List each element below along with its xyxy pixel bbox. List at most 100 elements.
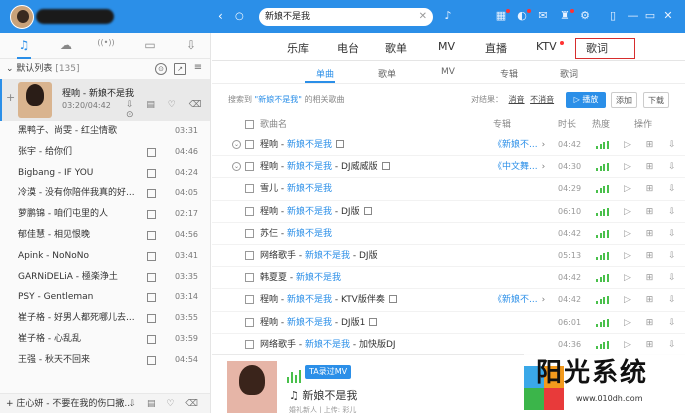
album-link[interactable]: 《新娘不... › bbox=[493, 289, 545, 311]
tab-library[interactable]: 乐库 bbox=[287, 40, 309, 56]
tab-mv[interactable]: MV bbox=[438, 40, 455, 53]
row-checkbox[interactable] bbox=[245, 273, 254, 283]
list-item[interactable]: 崔子格 - 好男人都死哪儿去... 03:55 bbox=[0, 308, 210, 329]
mv-icon[interactable] bbox=[147, 272, 156, 282]
row-checkbox[interactable] bbox=[245, 339, 254, 349]
album-link[interactable]: 《中文舞... › bbox=[493, 156, 545, 178]
mv-icon[interactable] bbox=[147, 334, 156, 344]
mv-icon[interactable] bbox=[147, 230, 156, 240]
table-row[interactable]: 程响 - 新娘不是我 - DJ版1 06:01 ▷ ⊞ ⇩ bbox=[212, 312, 685, 334]
list-item[interactable]: 郁佳慧 - 相见恨晚 04:56 bbox=[0, 225, 210, 246]
row-checkbox[interactable] bbox=[245, 184, 254, 194]
play-all-button[interactable]: ▷ 播放 bbox=[566, 92, 606, 108]
list-item[interactable]: 萝鹏锦 - 咱们屯里的人 02:17 bbox=[0, 204, 210, 225]
tab-songs[interactable]: 单曲 bbox=[316, 67, 334, 80]
table-row[interactable]: 苏仨 - 新娘不是我 04:42 ▷ ⊞ ⇩ bbox=[212, 223, 685, 245]
restore-icon[interactable]: ▭ bbox=[642, 8, 658, 24]
mv-icon[interactable] bbox=[147, 314, 156, 324]
list-item[interactable]: PSY - Gentleman 03:14 bbox=[0, 287, 210, 308]
tab-radio[interactable]: 电台 bbox=[337, 40, 359, 56]
menu-icon[interactable]: ≡ bbox=[192, 63, 204, 75]
tab-albums[interactable]: 专辑 bbox=[500, 67, 518, 80]
table-row[interactable]: 程响 - 新娘不是我 - KTV版伴奏 《新娘不... › 04:42 ▷ ⊞ ⇩ bbox=[212, 289, 685, 312]
mv-icon[interactable] bbox=[147, 189, 156, 199]
table-row[interactable]: 网络歌手 - 新娘不是我 - DJ版 05:13 ▷ ⊞ ⇩ bbox=[212, 245, 685, 268]
playlist-header[interactable]: ⌄ 默认列表 [135] ⊙ ↗ ≡ bbox=[0, 59, 210, 79]
user-avatar[interactable] bbox=[10, 5, 34, 29]
row-operations[interactable]: ▷ ⊞ ⇩ bbox=[624, 156, 682, 178]
search-input[interactable]: 新娘不是我 ✕ bbox=[259, 8, 433, 26]
message-icon[interactable]: ✉ bbox=[535, 8, 551, 24]
search-clear-icon[interactable]: ✕ bbox=[419, 8, 427, 26]
mv-icon[interactable] bbox=[336, 140, 345, 148]
filter-mute[interactable]: 消音 bbox=[509, 95, 525, 104]
download-button[interactable]: 下载 bbox=[643, 92, 669, 108]
table-row[interactable]: ⌄ 程响 - 新娘不是我 - DJ威威版 《中文舞... › 04:30 ▷ ⊞ ⇩ bbox=[212, 156, 685, 179]
tab-playlists[interactable]: 歌单 bbox=[385, 40, 407, 56]
row-operations[interactable]: ▷ ⊞ ⇩ bbox=[624, 267, 682, 289]
song-title[interactable]: 程响 - 新娘不是我 - KTV版伴奏 bbox=[260, 289, 397, 311]
row-checkbox[interactable] bbox=[245, 228, 254, 238]
music-note-icon[interactable]: ♫ bbox=[14, 38, 34, 59]
row-operations[interactable]: ▷ ⊞ ⇩ bbox=[624, 178, 682, 200]
table-row[interactable]: ⌄ 程响 - 新娘不是我 《新娘不... › 04:42 ▷ ⊞ ⇩ bbox=[212, 134, 685, 157]
mv-icon[interactable] bbox=[147, 251, 156, 261]
tab-ktv[interactable]: KTV bbox=[536, 40, 557, 53]
minimize-icon[interactable]: — bbox=[625, 8, 641, 24]
row-operations[interactable]: ▷ ⊞ ⇩ bbox=[624, 245, 682, 267]
song-title[interactable]: 韩夏夏 - 新娘不是我 bbox=[260, 267, 341, 289]
song-title[interactable]: 网络歌手 - 新娘不是我 - 加快版DJ bbox=[260, 334, 396, 356]
row-checkbox[interactable] bbox=[245, 206, 254, 216]
row-checkbox[interactable] bbox=[245, 251, 254, 260]
table-row[interactable]: 雪儿 - 新娘不是我 04:29 ▷ ⊞ ⇩ bbox=[212, 178, 685, 201]
row-operations[interactable]: ▷ ⊞ ⇩ bbox=[624, 134, 682, 156]
row-checkbox[interactable] bbox=[245, 295, 254, 305]
list-item[interactable]: Apink - NoNoNo 03:41 bbox=[0, 246, 210, 267]
row-operations[interactable]: ▷ ⊞ ⇩ bbox=[624, 201, 682, 223]
mobile-icon[interactable]: ▯ bbox=[605, 8, 621, 24]
song-title[interactable]: 苏仨 - 新娘不是我 bbox=[260, 223, 332, 245]
expand-icon[interactable]: ⌄ bbox=[232, 140, 241, 149]
list-item[interactable]: Bigbang - IF YOU 04:24 bbox=[0, 163, 210, 184]
mv-icon[interactable] bbox=[388, 295, 397, 304]
tab-search-lyrics[interactable]: 歌词 bbox=[560, 67, 578, 80]
promo-tag[interactable]: TA录过MV bbox=[305, 365, 352, 379]
mv-icon[interactable] bbox=[147, 210, 156, 220]
song-title[interactable]: 雪儿 - 新娘不是我 bbox=[260, 178, 332, 200]
add-icon[interactable]: + bbox=[6, 91, 15, 104]
mv-icon[interactable] bbox=[369, 317, 378, 326]
mv-icon[interactable] bbox=[147, 168, 156, 178]
row-checkbox[interactable] bbox=[245, 317, 254, 327]
song-title[interactable]: 程响 - 新娘不是我 - DJ版 bbox=[260, 201, 372, 223]
table-row[interactable]: 程响 - 新娘不是我 - DJ版 06:10 ▷ ⊞ ⇩ bbox=[212, 201, 685, 223]
table-row[interactable]: 韩夏夏 - 新娘不是我 04:42 ▷ ⊞ ⇩ bbox=[212, 267, 685, 290]
cloud-icon[interactable]: ☁ bbox=[56, 38, 76, 54]
mv-icon[interactable] bbox=[147, 293, 156, 303]
refresh-icon[interactable]: ○ bbox=[235, 9, 244, 24]
add-icon[interactable]: + bbox=[6, 399, 14, 409]
mv-icon[interactable] bbox=[381, 162, 390, 171]
radio-icon[interactable]: ((•)) bbox=[96, 38, 116, 54]
row-operations[interactable]: ▷ ⊞ ⇩ bbox=[624, 223, 682, 245]
chevron-down-icon[interactable]: ⌄ bbox=[6, 64, 14, 74]
list-item[interactable]: 崔子格 - 心乱乱 03:59 bbox=[0, 329, 210, 350]
share-icon[interactable]: ↗ bbox=[174, 63, 186, 75]
song-title[interactable]: 程响 - 新娘不是我 bbox=[260, 134, 345, 156]
list-item[interactable]: + 庄心妍 - 不要在我的伤口撒... ⇩ ▤ ♡ ⌫ bbox=[0, 393, 210, 413]
mv-icon[interactable] bbox=[147, 147, 156, 157]
list-item[interactable]: GARNiDELiA - 極楽浄土 03:35 bbox=[0, 267, 210, 288]
song-title[interactable]: 程响 - 新娘不是我 - DJ威威版 bbox=[260, 156, 390, 178]
list-item[interactable]: 冷漠 - 没有你陪伴我真的好... 04:05 bbox=[0, 183, 210, 204]
list-item[interactable]: 张宇 - 给你们 04:46 bbox=[0, 142, 210, 163]
row-operations[interactable]: ▷ ⊞ ⇩ bbox=[624, 312, 682, 334]
mv-icon[interactable] bbox=[147, 355, 156, 365]
tab-search-mv[interactable]: MV bbox=[441, 67, 455, 77]
device-icon[interactable]: ▭ bbox=[140, 38, 160, 54]
expand-icon[interactable]: ⌄ bbox=[232, 162, 241, 172]
song-title[interactable]: 程响 - 新娘不是我 - DJ版1 bbox=[260, 312, 378, 334]
row-checkbox[interactable] bbox=[245, 162, 254, 172]
album-link[interactable]: 《新娘不... › bbox=[493, 134, 545, 156]
row-operations[interactable]: ▷ ⊞ ⇩ bbox=[624, 289, 682, 311]
now-playing-controls[interactable]: ⇩ ▤ ♡ ⌫ ⊙ bbox=[126, 100, 210, 120]
list-item[interactable]: 黑鸭子、尚雯 - 红尘情歌 03:31 bbox=[0, 121, 210, 142]
